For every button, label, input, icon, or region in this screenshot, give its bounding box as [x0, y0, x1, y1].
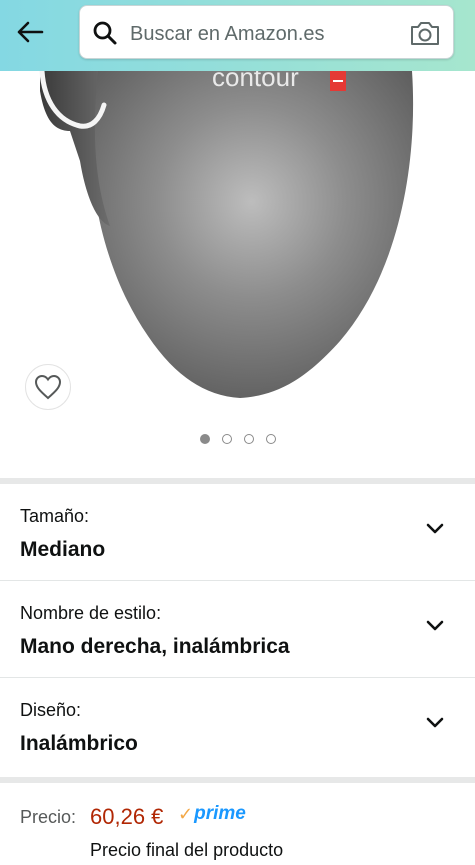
- brand-text: contour: [212, 71, 299, 92]
- back-button[interactable]: [10, 12, 50, 52]
- price-label: Precio:: [20, 807, 77, 827]
- variant-value: Mediano: [20, 538, 106, 561]
- heart-icon: [34, 374, 62, 400]
- camera-icon[interactable]: [409, 19, 441, 47]
- price-note: Precio final del producto: [90, 840, 284, 860]
- variant-label: Diseño:: [20, 700, 82, 720]
- carousel-dot[interactable]: [221, 434, 232, 444]
- top-bar: [0, 0, 475, 71]
- prime-badge: ✓ prime: [178, 803, 246, 825]
- price-value: 60,26 €: [90, 804, 164, 829]
- chevron-down-icon: [426, 717, 444, 728]
- variant-value: Inalámbrico: [20, 732, 138, 755]
- arrow-left-icon: [17, 21, 44, 43]
- variant-label: Tamaño:: [20, 506, 90, 526]
- carousel-indicator: [0, 434, 475, 444]
- search-icon: [93, 21, 117, 45]
- carousel-dot[interactable]: [199, 434, 210, 444]
- variant-size-selector[interactable]: Tamaño: Mediano: [0, 484, 475, 581]
- variant-value: Mano derecha, inalámbrica: [20, 635, 290, 658]
- search-input[interactable]: [128, 14, 402, 54]
- variant-design-selector[interactable]: Diseño: Inalámbrico: [0, 678, 475, 775]
- section-divider: [0, 777, 475, 783]
- chevron-down-icon: [426, 620, 444, 631]
- mouse-image: contour: [39, 71, 414, 398]
- favorite-button[interactable]: [25, 364, 71, 410]
- prime-label: prime: [194, 803, 246, 824]
- variant-label: Nombre de estilo:: [20, 603, 162, 623]
- prime-check-icon: ✓: [178, 803, 194, 824]
- carousel-dot[interactable]: [265, 434, 276, 444]
- variant-style-selector[interactable]: Nombre de estilo: Mano derecha, inalámbr…: [0, 581, 475, 678]
- search-bar[interactable]: [79, 5, 454, 59]
- carousel-dot[interactable]: [243, 434, 254, 444]
- chevron-down-icon: [426, 523, 444, 534]
- product-image[interactable]: contour: [0, 71, 475, 411]
- price-section: Precio: 60,26 € ✓ prime Precio final del…: [0, 785, 475, 865]
